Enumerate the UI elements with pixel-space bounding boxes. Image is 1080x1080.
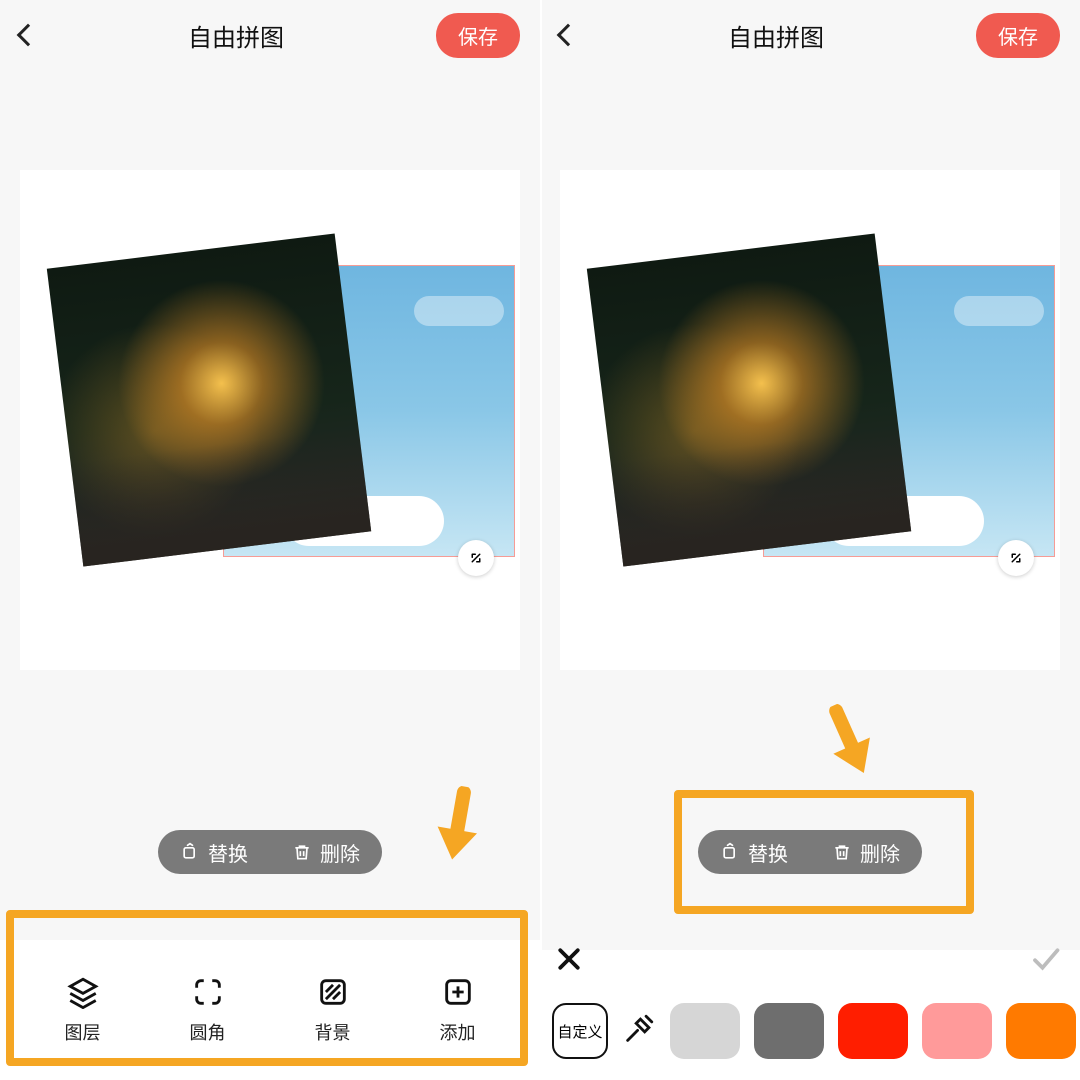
resize-handle[interactable] — [458, 540, 494, 576]
replace-label: 替换 — [748, 838, 788, 867]
plus-icon — [441, 975, 475, 1009]
collage-canvas[interactable] — [20, 170, 520, 670]
photo-night[interactable] — [47, 233, 371, 566]
resize-icon — [467, 549, 485, 567]
collage-canvas[interactable] — [560, 170, 1060, 670]
trash-icon — [292, 842, 312, 862]
screen-left: 自由拼图 保存 替换 删除 图层 圆角 背景 — [0, 0, 540, 1080]
save-button[interactable]: 保存 — [436, 13, 520, 58]
resize-handle[interactable] — [998, 540, 1034, 576]
swatch-row — [670, 1003, 1080, 1059]
delete-button[interactable]: 删除 — [810, 830, 922, 874]
replace-button[interactable]: 替换 — [698, 830, 810, 874]
tool-corner-label: 圆角 — [190, 1019, 226, 1045]
context-action-pill: 替换 删除 — [698, 830, 922, 874]
trash-icon — [832, 842, 852, 862]
save-button[interactable]: 保存 — [976, 13, 1060, 58]
close-button[interactable] — [554, 944, 584, 979]
chevron-left-icon — [17, 24, 40, 47]
delete-label: 删除 — [860, 838, 900, 867]
back-button[interactable] — [20, 27, 36, 43]
page-title: 自由拼图 — [728, 18, 824, 53]
check-icon — [1030, 944, 1060, 974]
color-swatch[interactable] — [838, 1003, 908, 1059]
custom-color-label: 自定义 — [557, 1021, 602, 1042]
replace-icon — [180, 842, 200, 862]
delete-label: 删除 — [320, 838, 360, 867]
color-swatch[interactable] — [922, 1003, 992, 1059]
delete-button[interactable]: 删除 — [270, 830, 382, 874]
color-picker-bar: 自定义 — [540, 950, 1080, 1080]
header: 自由拼图 保存 — [540, 0, 1080, 70]
confirm-button[interactable] — [1030, 944, 1060, 979]
context-action-pill: 替换 删除 — [158, 830, 382, 874]
corner-icon — [191, 975, 225, 1009]
annotation-arrow — [422, 781, 495, 870]
tool-corner[interactable]: 圆角 — [190, 975, 226, 1045]
layers-icon — [66, 975, 100, 1009]
replace-icon — [720, 842, 740, 862]
custom-color-chip[interactable]: 自定义 — [552, 1003, 608, 1059]
replace-label: 替换 — [208, 838, 248, 867]
background-icon — [316, 975, 350, 1009]
replace-button[interactable]: 替换 — [158, 830, 270, 874]
color-swatch[interactable] — [1006, 1003, 1076, 1059]
tool-layer[interactable]: 图层 — [65, 975, 101, 1045]
page-title: 自由拼图 — [188, 18, 284, 53]
eyedropper-button[interactable] — [622, 1012, 656, 1051]
tool-add[interactable]: 添加 — [440, 975, 476, 1045]
eyedropper-icon — [622, 1012, 656, 1046]
tool-background[interactable]: 背景 — [315, 975, 351, 1045]
screen-right: 自由拼图 保存 替换 删除 自定义 — [540, 0, 1080, 1080]
close-icon — [554, 944, 584, 974]
tool-background-label: 背景 — [315, 1019, 351, 1045]
resize-icon — [1007, 549, 1025, 567]
tool-add-label: 添加 — [440, 1019, 476, 1045]
annotation-arrow — [806, 693, 893, 790]
tool-layer-label: 图层 — [65, 1019, 101, 1045]
color-swatch[interactable] — [670, 1003, 740, 1059]
photo-night[interactable] — [587, 233, 911, 566]
header: 自由拼图 保存 — [0, 0, 540, 70]
chevron-left-icon — [557, 24, 580, 47]
color-swatch[interactable] — [754, 1003, 824, 1059]
bottom-toolbar: 图层 圆角 背景 添加 — [0, 940, 540, 1080]
back-button[interactable] — [560, 27, 576, 43]
